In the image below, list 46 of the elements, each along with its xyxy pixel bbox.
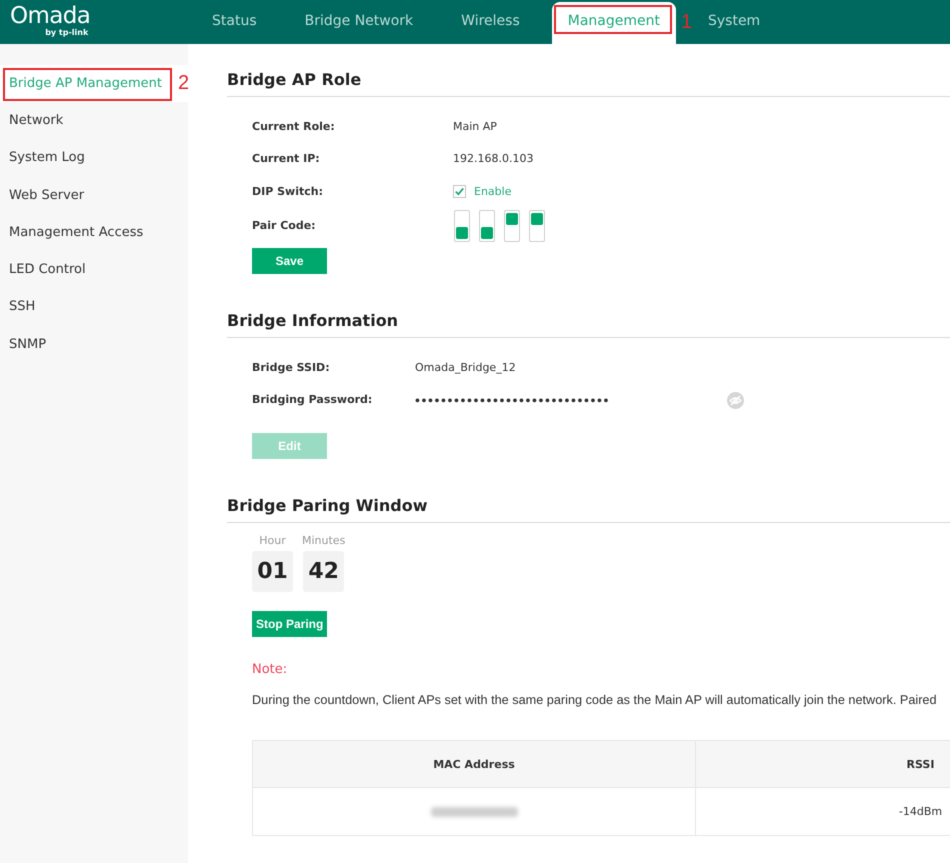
checkbox-label[interactable]: Enable bbox=[474, 184, 512, 198]
field-label: Current Role: bbox=[252, 120, 336, 134]
dip-switch[interactable] bbox=[529, 210, 545, 242]
action-button[interactable]: Save bbox=[252, 248, 327, 274]
column-header: MAC Address bbox=[252, 740, 696, 788]
field-value: 192.168.0.103 bbox=[453, 152, 534, 166]
column-header: RSSI bbox=[696, 740, 950, 788]
dip-switch[interactable] bbox=[504, 210, 520, 242]
nav-tab[interactable]: System bbox=[692, 2, 776, 44]
sidebar-item[interactable]: SNMP bbox=[0, 326, 188, 364]
sidebar-item[interactable]: Web Server bbox=[0, 176, 188, 214]
nav-tab[interactable]: Bridge Network bbox=[288, 2, 430, 44]
note-title: Note: bbox=[252, 662, 288, 678]
sidebar-item[interactable]: Management Access bbox=[0, 214, 188, 252]
countdown-label: Hour bbox=[259, 534, 286, 548]
logo-wordmark: Omada bbox=[10, 4, 90, 28]
field-label: Current IP: bbox=[252, 152, 321, 166]
logo-tagline: by tp-link bbox=[45, 28, 88, 38]
check-icon bbox=[455, 187, 464, 196]
sidebar-item[interactable]: SSH bbox=[0, 288, 188, 326]
dip-switch[interactable] bbox=[479, 210, 495, 242]
annotation-number: 2 bbox=[178, 71, 190, 95]
sidebar-item[interactable]: Network bbox=[0, 102, 188, 140]
countdown-value: 42 bbox=[303, 551, 344, 592]
countdown-label: Minutes bbox=[302, 534, 346, 548]
checkbox[interactable] bbox=[453, 185, 466, 198]
sidebar-item[interactable]: LED Control bbox=[0, 251, 188, 289]
action-button[interactable]: Stop Paring bbox=[252, 611, 328, 637]
dip-switch[interactable] bbox=[454, 210, 470, 242]
sidebar-item[interactable]: System Log bbox=[0, 140, 188, 177]
field-label: Pair Code: bbox=[252, 219, 317, 233]
field-value: Omada_Bridge_12 bbox=[415, 361, 516, 375]
nav-tab[interactable]: Status bbox=[196, 2, 273, 44]
password-value: •••••••••••••••••••••••••••••• bbox=[415, 393, 612, 407]
field-label: DIP Switch: bbox=[252, 184, 324, 198]
annotation-number: 1 bbox=[680, 10, 692, 34]
section-heading: Bridge Information bbox=[227, 311, 950, 338]
field-label: Bridge SSID: bbox=[252, 361, 331, 375]
section-heading: Bridge Paring Window bbox=[227, 496, 950, 523]
nav-tab[interactable]: Management bbox=[552, 2, 676, 44]
section-heading: Bridge AP Role bbox=[227, 70, 950, 97]
field-label: Bridging Password: bbox=[252, 393, 374, 407]
note-text: During the countdown, Client APs set with the same paring code as the Main AP will automatically join the network. Paired bbox=[252, 693, 938, 707]
countdown-value: 01 bbox=[252, 551, 293, 592]
field-value: Main AP bbox=[453, 120, 497, 134]
nav-tab[interactable]: Wireless bbox=[445, 2, 536, 44]
